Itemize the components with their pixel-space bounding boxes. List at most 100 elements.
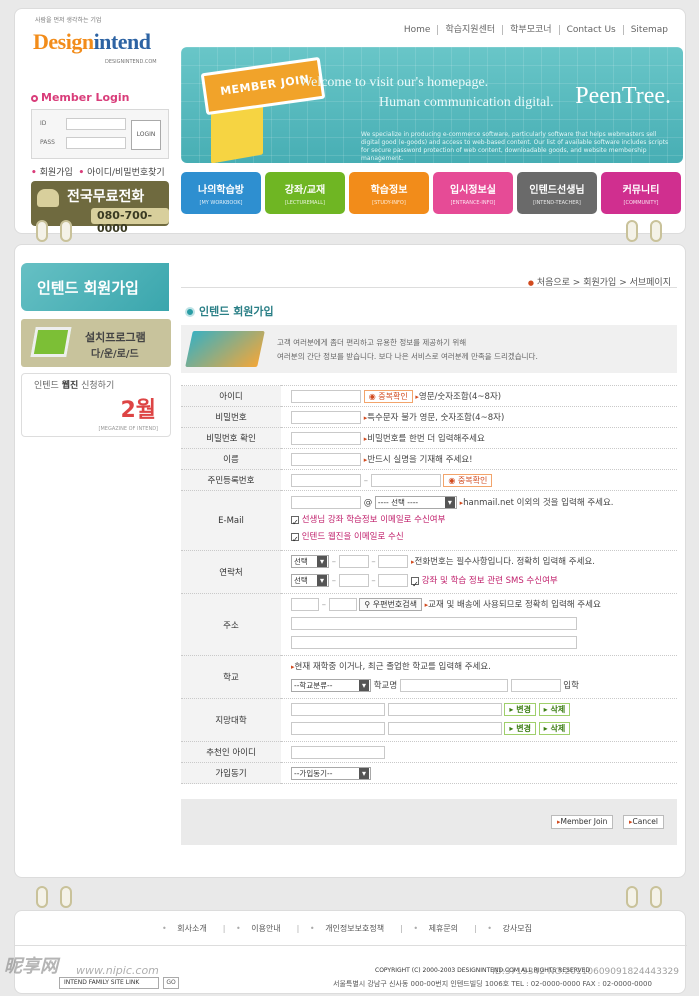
binder-ring <box>626 886 638 908</box>
phone-area-select[interactable]: 선택 <box>291 555 329 568</box>
name-input[interactable] <box>291 452 361 466</box>
dot-icon: • <box>78 168 85 178</box>
family-site-select[interactable]: INTEND FAMILY SITE LINK <box>59 977 159 989</box>
password-input[interactable] <box>291 410 361 424</box>
nav-entrance-info[interactable]: 입시정보실 [ENTRANCE-INFO] <box>433 172 513 214</box>
form-row-email: E-Mail @ ---- 선택 ---- ▸hanmail.net 이외의 것… <box>181 490 677 551</box>
zip-second-input[interactable] <box>328 598 357 611</box>
form-row-address: 주소 – ⚲ 우편번호검색 ▸교재 및 배송에 사용되므로 정확히 입력해 주세… <box>181 593 677 656</box>
free-call-number: 080-700-0000 <box>91 208 169 235</box>
univ2-dept-input[interactable] <box>387 722 502 735</box>
phone-last-input[interactable] <box>378 555 409 568</box>
binder-ring <box>650 220 662 242</box>
school-type-select[interactable]: --학교분류-- <box>291 679 371 692</box>
nav-lecture-mall[interactable]: 강좌/교재 [LECTUREMALL] <box>265 172 345 214</box>
login-pass-input[interactable] <box>66 137 126 149</box>
footer-link-privacy[interactable]: 개인정보보호정책 <box>325 924 384 933</box>
form-row-contact: 연락처 선택 – – ▸전화번호는 필수사항입니다. 정확히 입력해 주세요. … <box>181 550 677 594</box>
address-line1-input[interactable] <box>291 617 577 630</box>
univ2-input[interactable] <box>291 722 385 735</box>
binder-ring <box>36 886 48 908</box>
ssn-first-input[interactable] <box>291 473 361 487</box>
binder-ring <box>650 886 662 908</box>
cancel-button[interactable]: ▸Cancel <box>623 815 664 829</box>
form-row-password-confirm: 비밀번호 확인 ▸비밀번호를 한번 더 입력해주세요 <box>181 427 677 449</box>
univ1-input[interactable] <box>291 703 385 716</box>
id-input[interactable] <box>291 389 361 403</box>
address-line2-input[interactable] <box>291 636 577 649</box>
binder-ring <box>60 886 72 908</box>
mobile-last-input[interactable] <box>378 574 409 587</box>
email-webzine-checkbox[interactable] <box>291 531 299 548</box>
login-button[interactable]: LOGIN <box>131 120 161 150</box>
univ2-change-button[interactable]: ▸ 변경 <box>504 722 536 735</box>
ssn-second-input[interactable] <box>370 473 441 487</box>
member-login-title: Member Login <box>31 91 130 104</box>
footer-link-company[interactable]: 회사소개 <box>177 924 206 933</box>
zip-search-button[interactable]: ⚲ 우편번호검색 <box>359 598 422 611</box>
banner-line1: Welcome to visit our's homepage. <box>299 75 489 90</box>
footer-link-guide[interactable]: 이용안내 <box>251 924 280 933</box>
login-id-input[interactable] <box>66 118 126 130</box>
ssn-dup-check-button[interactable]: ◉ 중복확인 <box>443 473 493 487</box>
zip-first-input[interactable] <box>291 598 319 611</box>
univ1-dept-input[interactable] <box>387 703 502 716</box>
id-dup-check-button[interactable]: ◉ 중복확인 <box>363 389 413 403</box>
email-id-input[interactable] <box>291 496 361 509</box>
login-box: ID PASS LOGIN <box>31 109 169 159</box>
binder-ring <box>60 220 72 242</box>
school-name-input[interactable] <box>399 679 508 692</box>
password-confirm-input[interactable] <box>291 431 361 445</box>
watermark-url: www.nipic.com <box>76 964 159 977</box>
univ1-delete-button[interactable]: ▸ 삭제 <box>538 703 571 716</box>
intro-box: 고객 여러분에게 좀더 편리하고 유용한 정보를 제공하기 위해 여러분의 간단… <box>181 325 677 373</box>
monitor-icon <box>30 327 72 357</box>
univ1-change-button[interactable]: ▸ 변경 <box>504 703 536 716</box>
banner-brand: PeenTree. <box>575 83 671 109</box>
referrer-input[interactable] <box>291 745 385 759</box>
topnav-sitemap[interactable]: Sitemap <box>622 25 675 35</box>
nav-my-workbook[interactable]: 나의학습방 [MY WORKBOOK] <box>181 172 261 214</box>
find-account-link[interactable]: 아이디/비밀번호찾기 <box>87 168 165 178</box>
free-call-title: 전국무료전화 <box>67 189 145 205</box>
topnav-parents[interactable]: 학부모코너 <box>502 25 558 35</box>
nav-community[interactable]: 커뮤니티 [COMMUNITY] <box>601 172 681 214</box>
mobile-area-select[interactable]: 선택 <box>291 574 329 587</box>
footer-link-recruit[interactable]: 강사모집 <box>503 924 532 933</box>
nav-intend-teacher[interactable]: 인텐드선생님 [INTEND-TEACHER] <box>517 172 597 214</box>
topnav-contact[interactable]: Contact Us <box>558 25 623 35</box>
intro-illustration <box>185 331 265 367</box>
program-download-banner[interactable]: 설치프로그램 다/운/로/드 <box>21 319 171 367</box>
topnav-home[interactable]: Home <box>397 25 438 35</box>
mobile-mid-input[interactable] <box>338 574 369 587</box>
topnav-support[interactable]: 학습지원센터 <box>437 25 502 35</box>
free-call-box: 전국무료전화 080-700-0000 <box>31 181 169 235</box>
footer-links: • 회사소개 | • 이용안내 | • 개인정보보호정책 | • 제휴문의 | • 강사… <box>161 924 533 933</box>
sms-checkbox[interactable] <box>411 575 420 594</box>
phone-icon <box>37 189 59 207</box>
email-lecture-checkbox[interactable] <box>291 514 299 531</box>
watermark-id: ID:3719342 NO:20110609091824443329 <box>492 967 679 977</box>
email-domain-select[interactable]: ---- 선택 ---- <box>374 496 457 509</box>
form-row-ssn: 주민등록번호 – ◉ 중복확인 <box>181 469 677 491</box>
univ2-delete-button[interactable]: ▸ 삭제 <box>538 722 571 735</box>
logo[interactable]: Designintend <box>33 29 151 55</box>
top-nav: Home 학습지원센터 학부모코너 Contact Us Sitemap <box>397 25 675 35</box>
phone-mid-input[interactable] <box>338 555 369 568</box>
webzine-banner[interactable]: 인텐드 웹진 신청하기 2월 [MEGAZINE OF INTEND] <box>21 373 171 437</box>
school-year-input[interactable] <box>510 679 561 692</box>
form-row-motive: 가입동기 --가입동기-- <box>181 762 677 784</box>
join-motive-select[interactable]: --가입동기-- <box>291 766 371 780</box>
header-panel: 사람을 먼저 생각하는 기업 Designintend DESIGNINTEND… <box>14 8 686 235</box>
content-panel: 인텐드 회원가입 설치프로그램 다/운/로/드 인텐드 웹진 신청하기 2월 [… <box>14 244 686 878</box>
form-row-school: 학교 ▸현재 재학중 이거나, 최근 졸업한 학교를 입력해 주세요. --학교… <box>181 655 677 699</box>
signup-form: 아이디 ◉ 중복확인 ▸영문/숫자조합(4~8자) 비밀번호 ▸특수문자 불가 … <box>181 385 677 784</box>
watermark-logo: 昵享网 <box>4 956 58 977</box>
family-site-go-button[interactable]: GO <box>163 977 179 989</box>
form-actions: ▸Member Join ▸Cancel <box>181 799 677 845</box>
member-join-button[interactable]: ▸Member Join <box>551 815 614 829</box>
footer-link-partner[interactable]: 제휴문의 <box>429 924 458 933</box>
join-link[interactable]: 회원가입 <box>40 168 73 178</box>
dot-icon: ● <box>527 279 534 287</box>
nav-study-info[interactable]: 학습정보 [STUDY-INFO] <box>349 172 429 214</box>
